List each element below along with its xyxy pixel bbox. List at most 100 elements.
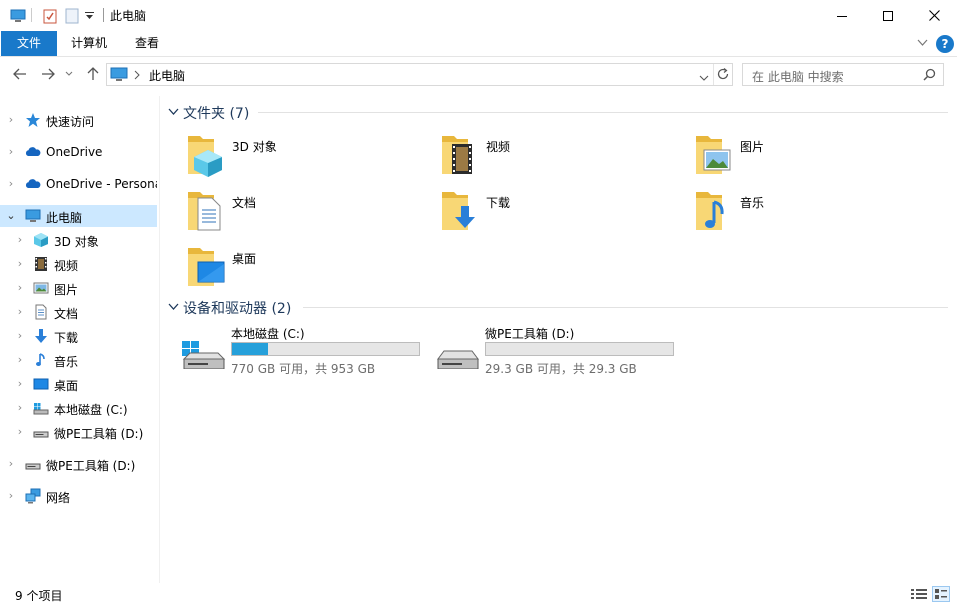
sidebar-item-label: 快速访问 — [46, 115, 95, 129]
quick-access-dropdown-icon[interactable] — [81, 6, 97, 26]
chevron-right-icon[interactable]: › — [15, 281, 25, 295]
chevron-right-icon[interactable]: › — [6, 489, 16, 503]
sidebar-item-drive-c[interactable]: › 本地磁盘 (C:) — [0, 397, 157, 419]
drives-group-header[interactable]: 设备和驱动器 (2) — [166, 297, 950, 317]
sidebar-item-videos[interactable]: › 视频 — [0, 253, 157, 275]
sidebar-item-drive-d[interactable]: › 微PE工具箱 (D:) — [0, 421, 157, 443]
details-view-icon[interactable] — [910, 586, 928, 602]
computer-icon — [110, 67, 128, 85]
sidebar-item-music[interactable]: › 音乐 — [0, 349, 157, 371]
folder-name: 图片 — [740, 140, 765, 154]
divider — [713, 64, 714, 85]
new-folder-icon[interactable] — [62, 6, 82, 26]
chevron-down-icon[interactable]: ⌄ — [6, 209, 16, 223]
tiles-view-icon[interactable] — [932, 586, 950, 602]
sidebar-item-downloads[interactable]: › 下载 — [0, 325, 157, 347]
item-count: 9 个项目 — [15, 589, 63, 603]
computer-icon[interactable] — [8, 6, 28, 26]
chevron-right-icon[interactable]: › — [15, 233, 25, 247]
divider — [31, 8, 32, 22]
chevron-right-icon[interactable]: › — [15, 353, 25, 367]
chevron-down-icon[interactable] — [168, 300, 179, 314]
search-icon[interactable] — [923, 68, 936, 84]
folder-name: 桌面 — [232, 252, 257, 266]
music-note-icon — [33, 352, 49, 368]
chevron-right-icon[interactable]: › — [15, 401, 25, 415]
forward-button[interactable] — [38, 64, 58, 84]
sidebar-item-network[interactable]: › 网络 — [0, 485, 157, 507]
drive-icon — [434, 329, 482, 370]
back-arrow-icon — [13, 68, 26, 80]
chevron-right-icon[interactable]: › — [6, 177, 16, 191]
folder-name: 下载 — [486, 196, 511, 210]
window-title: 此电脑 — [110, 9, 147, 23]
ribbon-expand-chevron-icon[interactable] — [917, 37, 928, 50]
film-icon — [33, 256, 49, 272]
folder-desktop[interactable]: 桌面 — [184, 242, 424, 294]
network-icon — [25, 488, 41, 504]
back-button[interactable] — [10, 64, 30, 84]
folder-3d-objects[interactable]: 3D 对象 — [184, 130, 424, 182]
maximize-icon — [883, 10, 893, 21]
sidebar-item-drive-d-root[interactable]: › 微PE工具箱 (D:) — [0, 453, 157, 475]
sidebar-item-this-pc[interactable]: ⌄ 此电脑 — [0, 205, 157, 227]
address-bar[interactable]: 此电脑 — [106, 63, 733, 86]
drive-icon — [25, 456, 41, 472]
sidebar-item-onedrive-personal[interactable]: › OneDrive - Personal — [0, 173, 157, 195]
sidebar-item-onedrive[interactable]: › OneDrive — [0, 141, 157, 163]
folder-documents-icon — [184, 186, 232, 234]
title-separator — [103, 8, 104, 22]
sidebar-item-label: 网络 — [46, 491, 71, 505]
chevron-right-icon[interactable]: › — [6, 145, 16, 159]
drive-usage-fill — [232, 343, 268, 355]
search-box[interactable]: 在 此电脑 中搜索 — [742, 63, 944, 86]
folder-documents[interactable]: 文档 — [184, 186, 424, 238]
close-button[interactable] — [911, 0, 957, 31]
drive-d[interactable]: 微PE工具箱 (D:) 29.3 GB 可用，共 29.3 GB — [434, 325, 684, 376]
sidebar-item-label: 音乐 — [54, 355, 79, 369]
chevron-down-icon[interactable] — [168, 105, 179, 119]
recent-locations-button[interactable] — [63, 64, 75, 84]
tab-view[interactable]: 查看 — [124, 31, 170, 56]
breadcrumb-chevron-icon[interactable] — [134, 69, 140, 83]
download-arrow-icon — [33, 328, 49, 344]
sidebar-item-3d-objects[interactable]: › 3D 对象 — [0, 229, 157, 251]
navigation-pane: › 快速访问 › OneDrive › OneDrive - Personal … — [0, 96, 160, 583]
chevron-right-icon[interactable]: › — [6, 113, 16, 127]
up-button[interactable] — [83, 64, 103, 84]
tab-file[interactable]: 文件 — [1, 31, 57, 56]
folders-group-header[interactable]: 文件夹 (7) — [166, 102, 950, 122]
windows-drive-icon — [33, 400, 49, 416]
refresh-icon[interactable] — [716, 67, 730, 84]
tab-computer[interactable]: 计算机 — [62, 31, 116, 56]
chevron-right-icon[interactable]: › — [15, 305, 25, 319]
folder-music[interactable]: 音乐 — [692, 186, 932, 238]
folder-pictures[interactable]: 图片 — [692, 130, 932, 182]
chevron-right-icon[interactable]: › — [6, 457, 16, 471]
sidebar-item-pictures[interactable]: › 图片 — [0, 277, 157, 299]
folder-name: 音乐 — [740, 196, 765, 210]
search-input[interactable]: 在 此电脑 中搜索 — [752, 68, 844, 85]
chevron-right-icon[interactable]: › — [15, 425, 25, 439]
chevron-right-icon[interactable]: › — [15, 329, 25, 343]
sidebar-item-documents[interactable]: › 文档 — [0, 301, 157, 323]
drive-free-space: 770 GB 可用，共 953 GB — [231, 362, 376, 376]
breadcrumb[interactable]: 此电脑 — [149, 67, 185, 84]
sidebar-item-desktop[interactable]: › 桌面 — [0, 373, 157, 395]
group-title: 设备和驱动器 (2) — [183, 301, 292, 317]
folder-downloads[interactable]: 下载 — [438, 186, 678, 238]
properties-icon[interactable] — [40, 6, 60, 26]
minimize-button[interactable] — [819, 0, 865, 31]
sidebar-item-quick-access[interactable]: › 快速访问 — [0, 109, 157, 131]
sidebar-item-label: 视频 — [54, 259, 79, 273]
address-dropdown-icon[interactable] — [699, 71, 709, 85]
folder-name: 视频 — [486, 140, 511, 154]
help-button[interactable]: ? — [936, 35, 954, 53]
folder-videos[interactable]: 视频 — [438, 130, 678, 182]
maximize-button[interactable] — [865, 0, 911, 31]
folder-desktop-icon — [184, 242, 232, 290]
drive-name: 微PE工具箱 (D:) — [485, 327, 575, 341]
chevron-right-icon[interactable]: › — [15, 377, 25, 391]
chevron-right-icon[interactable]: › — [15, 257, 25, 271]
drive-c[interactable]: 本地磁盘 (C:) 770 GB 可用，共 953 GB — [180, 325, 430, 376]
